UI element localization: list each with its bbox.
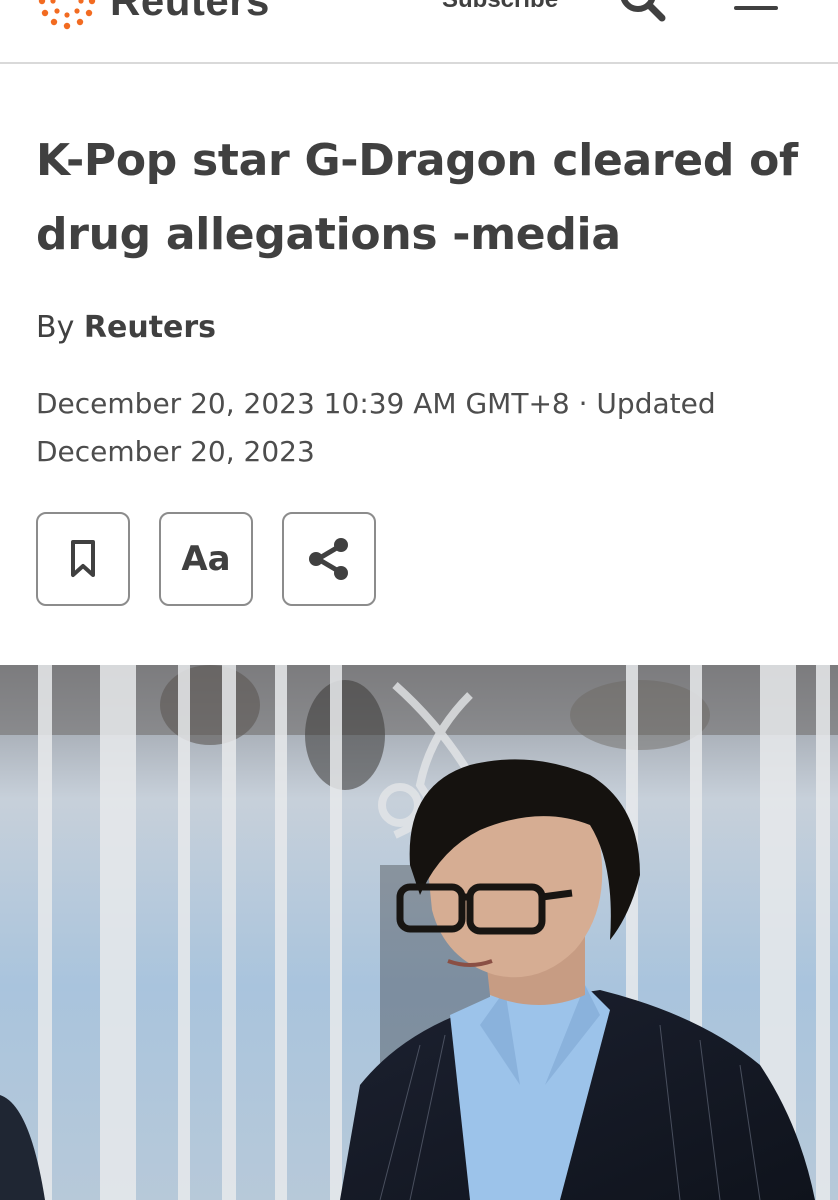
article-dateline: December 20, 2023 10:39 AM GMT+8 · Updat… — [36, 387, 716, 468]
bookmark-icon — [71, 540, 95, 577]
reuters-dots-logo-icon — [36, 0, 98, 32]
article-headline: K-Pop star G-Dragon cleared of drug alle… — [36, 135, 798, 260]
share-button[interactable] — [282, 512, 376, 606]
subscribe-button[interactable]: Subscribe — [442, 0, 558, 14]
menu-button[interactable] — [734, 0, 780, 20]
brand-name: Reuters — [110, 0, 270, 24]
search-button[interactable] — [612, 0, 672, 24]
byline-prefix: By — [36, 310, 75, 345]
page: Reuters Subscribe K-Pop star G-Dragon cl… — [0, 0, 838, 1200]
article-actions: Aa — [36, 512, 376, 606]
bookmark-button[interactable] — [36, 512, 130, 606]
search-icon — [621, 0, 666, 22]
top-navigation-bar: Reuters Subscribe — [0, 0, 838, 64]
share-icon — [309, 538, 348, 580]
lead-photo-illustration — [0, 665, 838, 1200]
menu-icon — [734, 6, 778, 10]
font-size-icon: Aa — [181, 539, 231, 579]
byline-author[interactable]: Reuters — [84, 310, 216, 345]
font-size-button[interactable]: Aa — [159, 512, 253, 606]
reuters-logo[interactable]: Reuters — [36, 0, 270, 32]
byline: By Reuters — [36, 310, 216, 345]
man-with-glasses-photo[interactable] — [0, 665, 838, 1200]
